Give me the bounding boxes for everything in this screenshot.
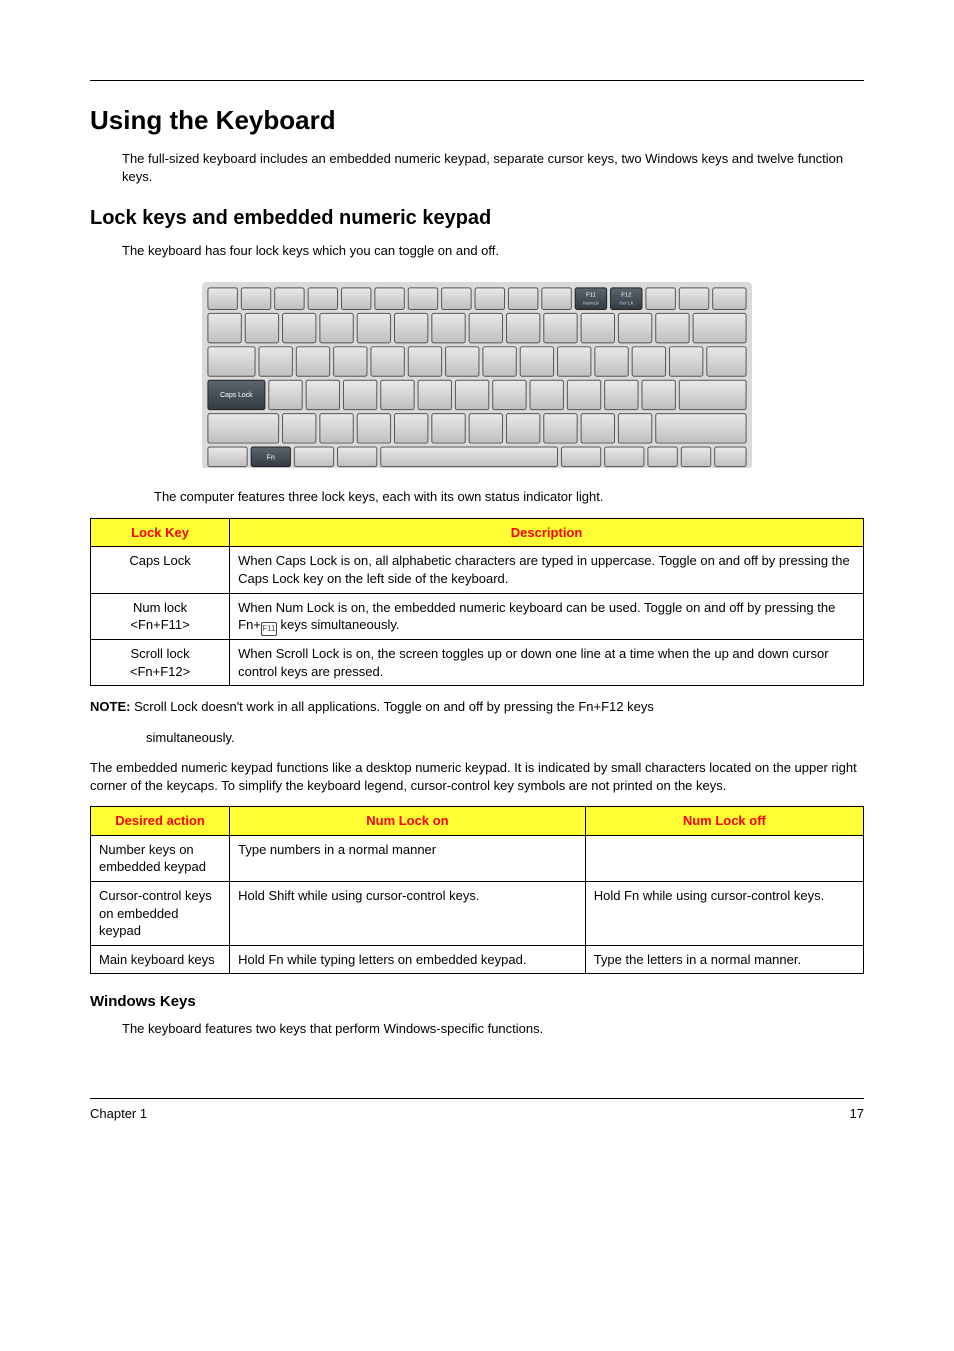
note-block: NOTE: Scroll Lock doesn't work in all ap… xyxy=(90,698,864,716)
table-row: Num lock <Fn+F11> When Num Lock is on, t… xyxy=(91,593,864,640)
table-row: Caps Lock When Caps Lock is on, all alph… xyxy=(91,547,864,593)
header-rule xyxy=(90,80,864,81)
embedded-text-block: The embedded numeric keypad functions li… xyxy=(90,759,864,794)
table-row: Cursor-control keys on embedded keypad H… xyxy=(91,881,864,945)
section-heading-lock-keys: Lock keys and embedded numeric keypad xyxy=(90,205,864,232)
cell-key: Scroll lock <Fn+F12> xyxy=(91,640,230,686)
svg-text:F11: F11 xyxy=(586,292,596,298)
cell-key: Caps Lock xyxy=(91,547,230,593)
page-title: Using the Keyboard xyxy=(90,103,864,138)
table-row: Scroll lock <Fn+F12> When Scroll Lock is… xyxy=(91,640,864,686)
action-table: Desired action Num Lock on Num Lock off … xyxy=(90,806,864,974)
col-numlock-off: Num Lock off xyxy=(585,807,863,836)
svg-text:NumLk: NumLk xyxy=(583,300,599,306)
keyboard-figure: F11 NumLk F12 Scr Lk xyxy=(202,282,752,469)
svg-text:Caps Lock: Caps Lock xyxy=(220,392,253,399)
figure-caption: The computer features three lock keys, e… xyxy=(154,488,864,506)
footer-chapter: Chapter 1 xyxy=(90,1105,147,1123)
col-action: Desired action xyxy=(91,807,230,836)
cell-action: Main keyboard keys xyxy=(91,945,230,974)
note-text-2: simultaneously. xyxy=(146,729,864,747)
table-header-row: Desired action Num Lock on Num Lock off xyxy=(91,807,864,836)
windows-keys-text: The keyboard features two keys that perf… xyxy=(122,1020,864,1038)
windows-keys-block: The keyboard features two keys that perf… xyxy=(122,1020,864,1038)
cell-off: Type the letters in a normal manner. xyxy=(585,945,863,974)
page-footer: Chapter 1 17 xyxy=(90,1098,864,1123)
cell-off xyxy=(585,835,863,881)
col-description: Description xyxy=(230,518,864,547)
desc-suffix: keys simultaneously. xyxy=(277,617,400,632)
cell-action: Cursor-control keys on embedded keypad xyxy=(91,881,230,945)
document-page: Using the Keyboard The full-sized keyboa… xyxy=(0,0,954,1163)
windows-keys-heading: Windows Keys xyxy=(90,992,864,1012)
col-lock-key: Lock Key xyxy=(91,518,230,547)
figure-caption-block: The computer features three lock keys, e… xyxy=(154,488,864,506)
cell-desc: When Caps Lock is on, all alphabetic cha… xyxy=(230,547,864,593)
f11-key-icon: F11 xyxy=(261,622,277,636)
svg-text:F12: F12 xyxy=(621,292,631,298)
cell-action: Number keys on embedded keypad xyxy=(91,835,230,881)
footer-page-number: 17 xyxy=(850,1105,864,1123)
table-header-row: Lock Key Description xyxy=(91,518,864,547)
col-numlock-on: Num Lock on xyxy=(230,807,586,836)
cell-desc: When Scroll Lock is on, the screen toggl… xyxy=(230,640,864,686)
svg-text:Fn: Fn xyxy=(267,454,275,461)
keyboard-illustration: F11 NumLk F12 Scr Lk xyxy=(202,282,752,469)
cell-on: Hold Fn while typing letters on embedded… xyxy=(230,945,586,974)
intro-block: The full-sized keyboard includes an embe… xyxy=(122,150,864,185)
intro-text: The full-sized keyboard includes an embe… xyxy=(122,150,864,185)
lock-keys-table: Lock Key Description Caps Lock When Caps… xyxy=(90,518,864,686)
cell-on: Type numbers in a normal manner xyxy=(230,835,586,881)
cell-on: Hold Shift while using cursor-control ke… xyxy=(230,881,586,945)
cell-desc: When Num Lock is on, the embedded numeri… xyxy=(230,593,864,640)
cell-off: Hold Fn while using cursor-control keys. xyxy=(585,881,863,945)
note-label: NOTE: xyxy=(90,699,130,714)
svg-text:Scr Lk: Scr Lk xyxy=(619,300,633,306)
note-text-1: Scroll Lock doesn't work in all applicat… xyxy=(134,699,654,714)
embedded-text: The embedded numeric keypad functions li… xyxy=(90,759,864,794)
lock-keys-block: The keyboard has four lock keys which yo… xyxy=(122,242,864,260)
cell-key: Num lock <Fn+F11> xyxy=(91,593,230,640)
table-row: Main keyboard keys Hold Fn while typing … xyxy=(91,945,864,974)
table-row: Number keys on embedded keypad Type numb… xyxy=(91,835,864,881)
lock-keys-text: The keyboard has four lock keys which yo… xyxy=(122,242,864,260)
